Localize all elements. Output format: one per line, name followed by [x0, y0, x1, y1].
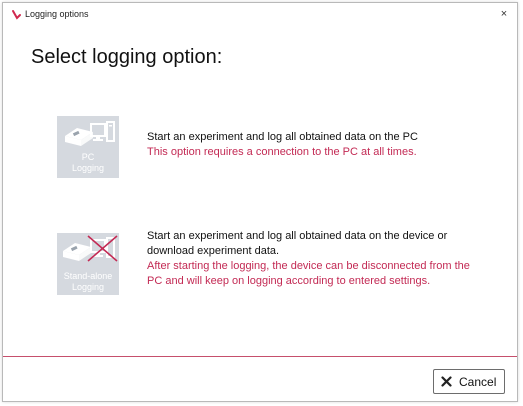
cancel-button[interactable]: Cancel: [433, 369, 505, 394]
standalone-logging-note: After starting the logging, the device c…: [147, 260, 470, 287]
pc-logging-label: PC Logging: [71, 152, 105, 173]
title-bar: Logging options ×: [3, 3, 517, 27]
pc-logging-button[interactable]: PC Logging: [57, 116, 119, 178]
window-title: Logging options: [25, 9, 89, 19]
pc-logging-text: Start an experiment and log all obtained…: [147, 131, 418, 143]
footer-divider: [3, 356, 517, 357]
logging-options-dialog: Logging options × Select logging option:: [2, 2, 518, 402]
pc-logging-description: Start an experiment and log all obtained…: [147, 130, 487, 160]
close-icon: [441, 376, 452, 387]
close-icon: ×: [500, 8, 508, 20]
close-button[interactable]: ×: [495, 5, 513, 23]
cancel-label: Cancel: [459, 375, 497, 389]
page-title: Select logging option:: [31, 46, 223, 68]
standalone-logging-label: Stand-alone Logging: [63, 271, 113, 292]
pc-logging-note: This option requires a connection to the…: [147, 146, 417, 158]
standalone-logging-button[interactable]: Stand-alone Logging: [57, 233, 119, 295]
app-logo-icon: [12, 10, 21, 20]
standalone-logging-text: Start an experiment and log all obtained…: [147, 230, 448, 257]
standalone-logging-description: Start an experiment and log all obtained…: [147, 229, 487, 289]
